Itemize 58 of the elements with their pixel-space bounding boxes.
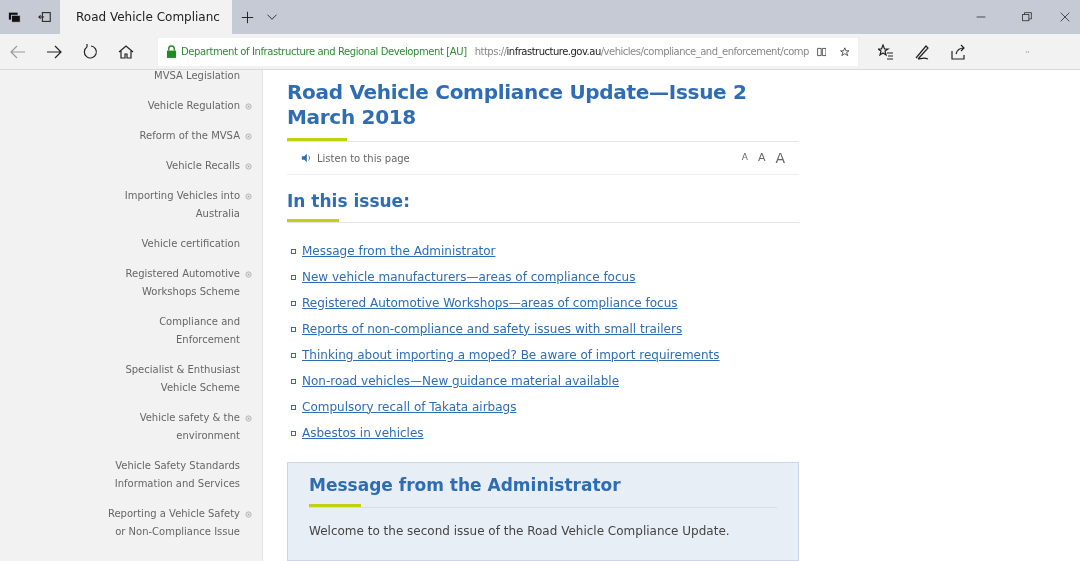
site-identity: Department of Infrastructure and Regional Development [AU] <box>181 45 467 59</box>
sidebar-link[interactable]: Vehicle Safety Standards Information and Services <box>95 457 240 493</box>
issue-link[interactable]: Message from the Administrator <box>302 242 496 260</box>
lock-icon <box>166 45 177 58</box>
sidebar-link[interactable]: Reform of the MVSA <box>139 127 240 145</box>
sidebar-link[interactable]: Importing Vehicles into Australia <box>95 187 240 223</box>
speaker-icon[interactable] <box>301 153 311 163</box>
share-icon[interactable] <box>950 43 966 60</box>
sidebar-link[interactable]: MVSA Legislation <box>154 70 240 85</box>
panel-text: Welcome to the second issue of the Road Vehicle Compliance Update. <box>309 523 731 540</box>
panel-heading: Message from the Administrator <box>309 473 622 497</box>
issue-link[interactable]: New vehicle manufacturers—areas of compliance focus <box>302 268 636 286</box>
browser-tab[interactable]: Road Vehicle Complianc <box>60 0 232 34</box>
sidebar-link[interactable]: Reporting a Vehicle Safety or Non-Compliance Issue <box>95 505 240 541</box>
text-size-button[interactable]: A <box>757 149 766 167</box>
issue-link[interactable]: Compulsory recall of Takata airbags <box>302 398 517 416</box>
sidebar-link[interactable]: Registered Automotive Workshops Scheme <box>95 265 240 301</box>
sidebar-link[interactable]: Vehicle Recalls <box>166 157 240 175</box>
bullet-icon <box>291 274 296 280</box>
text-size-button[interactable]: A <box>741 151 748 165</box>
tab-title: Road Vehicle Complianc <box>76 9 220 26</box>
plus-icon[interactable] <box>240 10 254 24</box>
text-size-button[interactable]: A <box>775 147 785 169</box>
accent-bar <box>287 138 347 141</box>
bullet-icon <box>291 430 296 436</box>
bullet-icon <box>291 352 296 358</box>
issue-link[interactable]: Registered Automotive Workshops—areas of compliance focus <box>302 294 678 312</box>
home-icon[interactable] <box>118 43 134 60</box>
windows-icon[interactable] <box>8 10 22 24</box>
tab-aside-icon[interactable] <box>38 10 52 24</box>
back-arrow-icon[interactable] <box>10 43 26 60</box>
section-heading: In this issue: <box>287 190 411 214</box>
bullet-icon <box>291 404 296 410</box>
refresh-icon[interactable] <box>82 43 98 60</box>
url-text: https://infrastructure.gov.au/vehicles/compliance_and_enforcement/comp <box>474 45 809 59</box>
pen-icon[interactable] <box>914 43 930 60</box>
issue-link[interactable]: Thinking about importing a moped? Be aware of import requirements <box>302 346 720 364</box>
sidebar-link[interactable]: Compliance and Enforcement <box>95 313 240 349</box>
page-title: Road Vehicle Compliance Update—Issue 2 March 2018 <box>287 80 748 130</box>
favorites-list-icon[interactable] <box>878 43 894 60</box>
issue-link[interactable]: Non-road vehicles—New guidance material available <box>302 372 620 390</box>
address-bar[interactable]: Department of Infrastructure and Regional Development [AU] https://infrastructure.gov.au/vehicles/compliance_and_enforcement/comp <box>158 37 858 66</box>
sidebar-link[interactable]: Vehicle safety & the environment <box>95 409 240 445</box>
accent-bar <box>287 218 339 222</box>
issue-link[interactable]: Reports of non-compliance and safety issues with small trailers <box>302 320 683 338</box>
accent-bar <box>309 504 361 507</box>
close-window-icon[interactable] <box>1060 12 1070 22</box>
sidebar-link[interactable]: Vehicle Regulation <box>147 97 240 115</box>
issue-link[interactable]: Asbestos in vehicles <box>302 424 424 442</box>
listen-link[interactable]: Listen to this page <box>317 150 410 166</box>
forward-arrow-icon[interactable] <box>46 43 62 60</box>
bullet-icon <box>291 378 296 384</box>
sidebar-link[interactable]: Vehicle certification <box>141 235 240 253</box>
bullet-icon <box>291 300 296 306</box>
sidebar-link[interactable]: Specialist & Enthusiast Vehicle Scheme <box>95 361 240 397</box>
bullet-icon <box>291 248 296 254</box>
bullet-icon <box>291 326 296 332</box>
restore-icon[interactable] <box>1022 12 1032 22</box>
